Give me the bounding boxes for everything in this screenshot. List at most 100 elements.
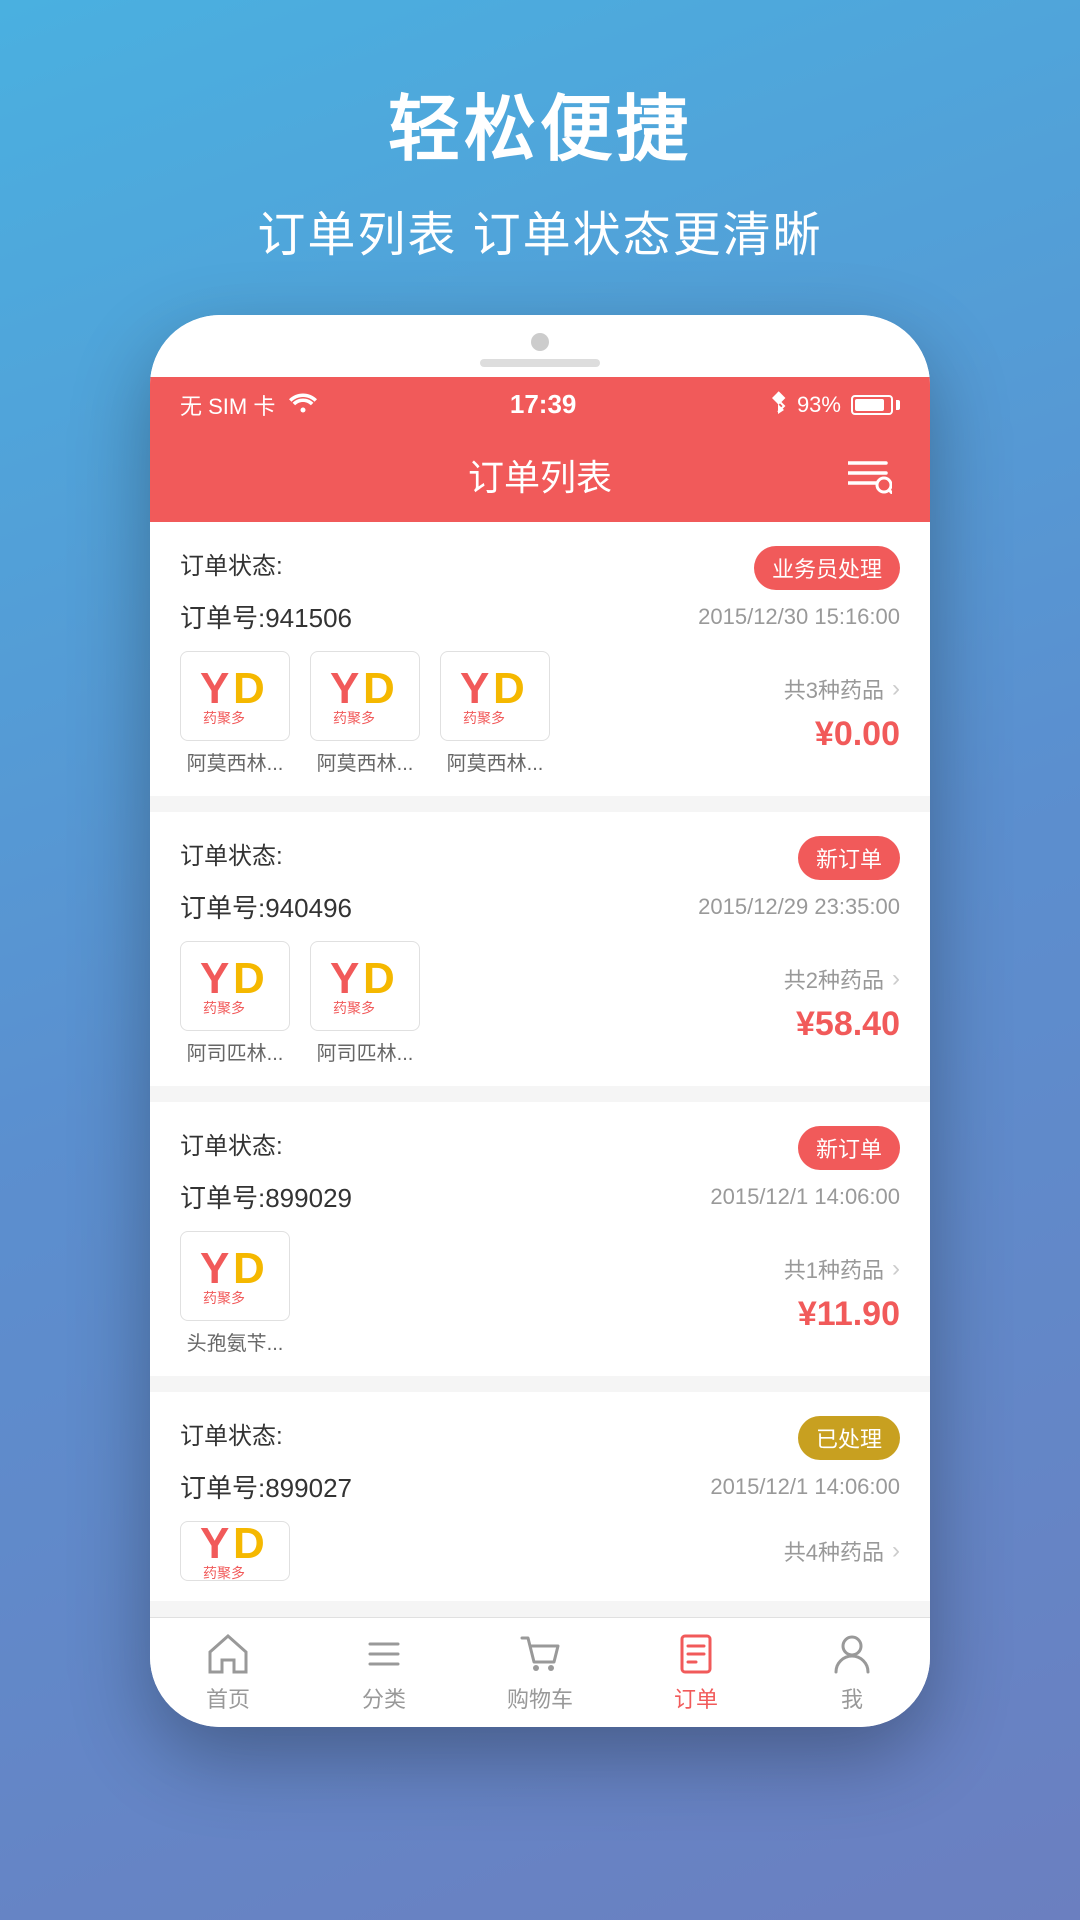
order-price: ¥11.90 <box>798 1295 900 1334</box>
svg-text:Y: Y <box>330 664 359 713</box>
svg-text:药聚多: 药聚多 <box>333 710 375 726</box>
product-logo: Y D 药聚多 <box>310 651 420 741</box>
svg-text:Y: Y <box>330 954 359 1003</box>
product-item: Y D 药聚多 头孢氨苄... <box>180 1231 290 1356</box>
tab-icon-home <box>206 1632 250 1676</box>
product-name: 阿莫西林... <box>317 747 414 776</box>
tab-label-首页: 首页 <box>206 1682 250 1714</box>
order-number: 订单号:899027 <box>180 1468 352 1505</box>
phone-camera <box>531 333 549 351</box>
order-status-label: 订单状态: <box>180 1126 283 1161</box>
order-status-label: 订单状态: <box>180 546 283 581</box>
product-count-text: 共1种药品 <box>784 1253 884 1285</box>
order-number-row: 订单号:941506 2015/12/30 15:16:00 <box>180 598 900 635</box>
order-number: 订单号:899029 <box>180 1178 352 1215</box>
tab-item-订单[interactable]: 订单 <box>618 1618 774 1727</box>
product-count-row: 共2种药品 › <box>784 963 900 995</box>
bluetooth-icon <box>769 390 787 420</box>
svg-text:Y: Y <box>200 664 229 713</box>
order-badge: 已处理 <box>798 1416 900 1460</box>
order-date: 2015/12/1 14:06:00 <box>710 1474 900 1500</box>
product-items-list: Y D 药聚多 <box>180 1521 764 1581</box>
order-badge: 新订单 <box>798 836 900 880</box>
order-header: 订单状态: 已处理 <box>180 1416 900 1460</box>
promo-subtitle: 订单列表 订单状态更清晰 <box>60 195 1020 265</box>
product-logo: Y D 药聚多 <box>180 1231 290 1321</box>
status-bar: 无 SIM 卡 17:39 93% <box>150 377 930 432</box>
svg-text:Y: Y <box>200 1521 229 1568</box>
wifi-icon <box>289 391 317 419</box>
product-count-area: 共1种药品 › ¥11.90 <box>764 1253 900 1334</box>
tab-item-购物车[interactable]: 购物车 <box>462 1618 618 1727</box>
promo-title: 轻松便捷 <box>60 70 1020 175</box>
svg-text:药聚多: 药聚多 <box>203 1000 245 1016</box>
tab-item-分类[interactable]: 分类 <box>306 1618 462 1727</box>
nav-title: 订单列表 <box>240 449 840 501</box>
order-card-3[interactable]: 订单状态: 已处理 订单号:899027 2015/12/1 14:06:00 … <box>150 1392 930 1601</box>
svg-text:D: D <box>233 1521 265 1568</box>
svg-text:D: D <box>233 664 265 713</box>
order-price: ¥0.00 <box>815 715 900 754</box>
battery-icon <box>851 395 900 415</box>
product-count-row: 共3种药品 › <box>784 673 900 705</box>
promo-section: 轻松便捷 订单列表 订单状态更清晰 <box>0 0 1080 315</box>
order-date: 2015/12/1 14:06:00 <box>710 1184 900 1210</box>
tab-label-购物车: 购物车 <box>507 1682 573 1714</box>
product-item: Y D 药聚多 <box>180 1521 290 1581</box>
svg-text:Y: Y <box>200 1244 229 1293</box>
chevron-right-icon: › <box>892 675 900 703</box>
tab-item-首页[interactable]: 首页 <box>150 1618 306 1727</box>
order-status-label: 订单状态: <box>180 1416 283 1451</box>
status-right: 93% <box>769 390 900 420</box>
product-count-text: 共4种药品 <box>784 1535 884 1567</box>
tab-icon-order <box>674 1632 718 1676</box>
product-name: 阿司匹林... <box>187 1037 284 1066</box>
product-item: Y D 药聚多 阿莫西林... <box>310 651 420 776</box>
order-list: 订单状态: 业务员处理 订单号:941506 2015/12/30 15:16:… <box>150 522 930 1617</box>
svg-text:D: D <box>363 664 395 713</box>
product-logo: Y D 药聚多 <box>180 941 290 1031</box>
battery-percent: 93% <box>797 392 841 418</box>
product-logo: Y D 药聚多 <box>180 1521 290 1581</box>
svg-text:Y: Y <box>200 954 229 1003</box>
product-name: 头孢氨苄... <box>187 1327 284 1356</box>
tab-bar: 首页 分类 购物车 订单 我 <box>150 1617 930 1727</box>
product-items-list: Y D 药聚多 阿司匹林... Y D 药聚多 阿司匹林... <box>180 941 764 1066</box>
order-badge: 新订单 <box>798 1126 900 1170</box>
order-number: 订单号:941506 <box>180 598 352 635</box>
tab-icon-list <box>362 1632 406 1676</box>
order-header: 订单状态: 业务员处理 <box>180 546 900 590</box>
product-count-text: 共3种药品 <box>784 673 884 705</box>
order-card-0[interactable]: 订单状态: 业务员处理 订单号:941506 2015/12/30 15:16:… <box>150 522 930 796</box>
chevron-right-icon: › <box>892 1255 900 1283</box>
product-count-text: 共2种药品 <box>784 963 884 995</box>
order-products: Y D 药聚多 阿莫西林... Y D 药聚多 阿莫西林... Y D 药聚多 <box>180 651 900 776</box>
product-items-list: Y D 药聚多 头孢氨苄... <box>180 1231 764 1356</box>
search-filter-button[interactable] <box>840 448 900 502</box>
product-count-area: 共3种药品 › ¥0.00 <box>764 673 900 754</box>
chevron-right-icon: › <box>892 965 900 993</box>
order-header: 订单状态: 新订单 <box>180 836 900 880</box>
status-time: 17:39 <box>510 389 577 420</box>
order-date: 2015/12/29 23:35:00 <box>698 894 900 920</box>
order-status-label: 订单状态: <box>180 836 283 871</box>
order-card-2[interactable]: 订单状态: 新订单 订单号:899029 2015/12/1 14:06:00 … <box>150 1102 930 1376</box>
svg-text:Y: Y <box>460 664 489 713</box>
navigation-bar: 订单列表 <box>150 432 930 522</box>
tab-icon-user <box>830 1632 874 1676</box>
order-products: Y D 药聚多 头孢氨苄... 共1种药品 › ¥11.90 <box>180 1231 900 1356</box>
svg-text:D: D <box>233 1244 265 1293</box>
tab-label-我: 我 <box>841 1682 863 1714</box>
order-card-1[interactable]: 订单状态: 新订单 订单号:940496 2015/12/29 23:35:00… <box>150 812 930 1086</box>
tab-item-我[interactable]: 我 <box>774 1618 930 1727</box>
order-header: 订单状态: 新订单 <box>180 1126 900 1170</box>
product-item: Y D 药聚多 阿莫西林... <box>180 651 290 776</box>
product-name: 阿莫西林... <box>187 747 284 776</box>
phone-mockup: 无 SIM 卡 17:39 93% <box>150 315 930 1727</box>
product-item: Y D 药聚多 阿司匹林... <box>310 941 420 1066</box>
product-name: 阿莫西林... <box>447 747 544 776</box>
product-logo: Y D 药聚多 <box>180 651 290 741</box>
product-count-row: 共4种药品 › <box>784 1535 900 1567</box>
product-item: Y D 药聚多 阿莫西林... <box>440 651 550 776</box>
order-products: Y D 药聚多 共4种药品 › <box>180 1521 900 1581</box>
